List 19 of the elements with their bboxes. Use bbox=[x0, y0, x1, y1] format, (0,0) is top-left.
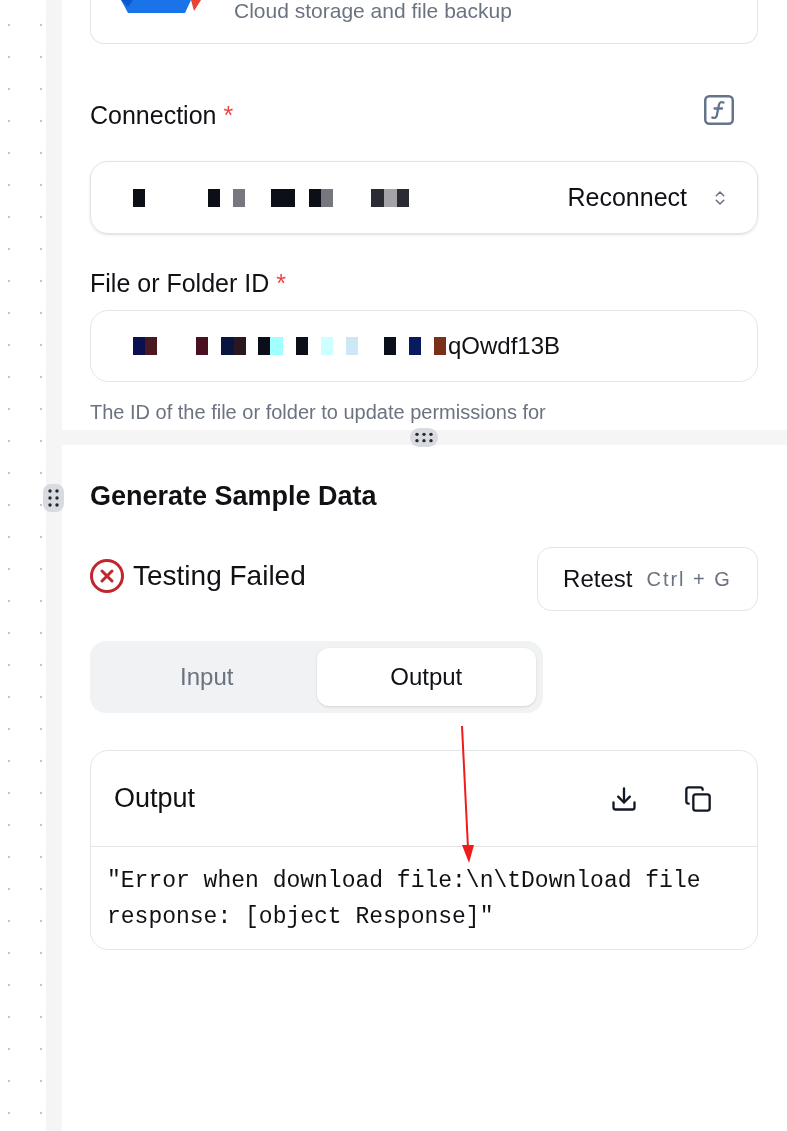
reconnect-button[interactable]: Reconnect bbox=[567, 178, 687, 217]
tab[interactable]: Output bbox=[316, 648, 536, 706]
connection-label: Connection * bbox=[90, 99, 234, 130]
section-title: Generate Sample Data bbox=[90, 479, 377, 513]
connection-select[interactable]: Reconnect bbox=[90, 161, 758, 234]
file-id-label: File or Folder ID * bbox=[90, 268, 286, 300]
retest-button[interactable]: Retest Ctrl + G bbox=[537, 547, 758, 611]
status-text: Testing Failed bbox=[133, 559, 306, 593]
output-text: "Error when download file:\n\tDownload file response: [object Response]" bbox=[107, 867, 702, 932]
file-id-hint: The ID of the file or folder to update permissions for bbox=[90, 400, 546, 425]
app-description: Cloud storage and file backup bbox=[234, 0, 512, 22]
output-title: Output bbox=[114, 782, 196, 816]
download-icon[interactable] bbox=[610, 784, 638, 813]
file-id-value: qOwdf13B bbox=[448, 331, 561, 361]
copy-icon[interactable] bbox=[684, 784, 712, 813]
tab[interactable]: Input bbox=[97, 648, 317, 706]
logo-icon bbox=[121, 0, 201, 14]
function-icon[interactable] bbox=[704, 95, 734, 125]
file-id-input[interactable]: qOwdf13B bbox=[90, 310, 758, 382]
